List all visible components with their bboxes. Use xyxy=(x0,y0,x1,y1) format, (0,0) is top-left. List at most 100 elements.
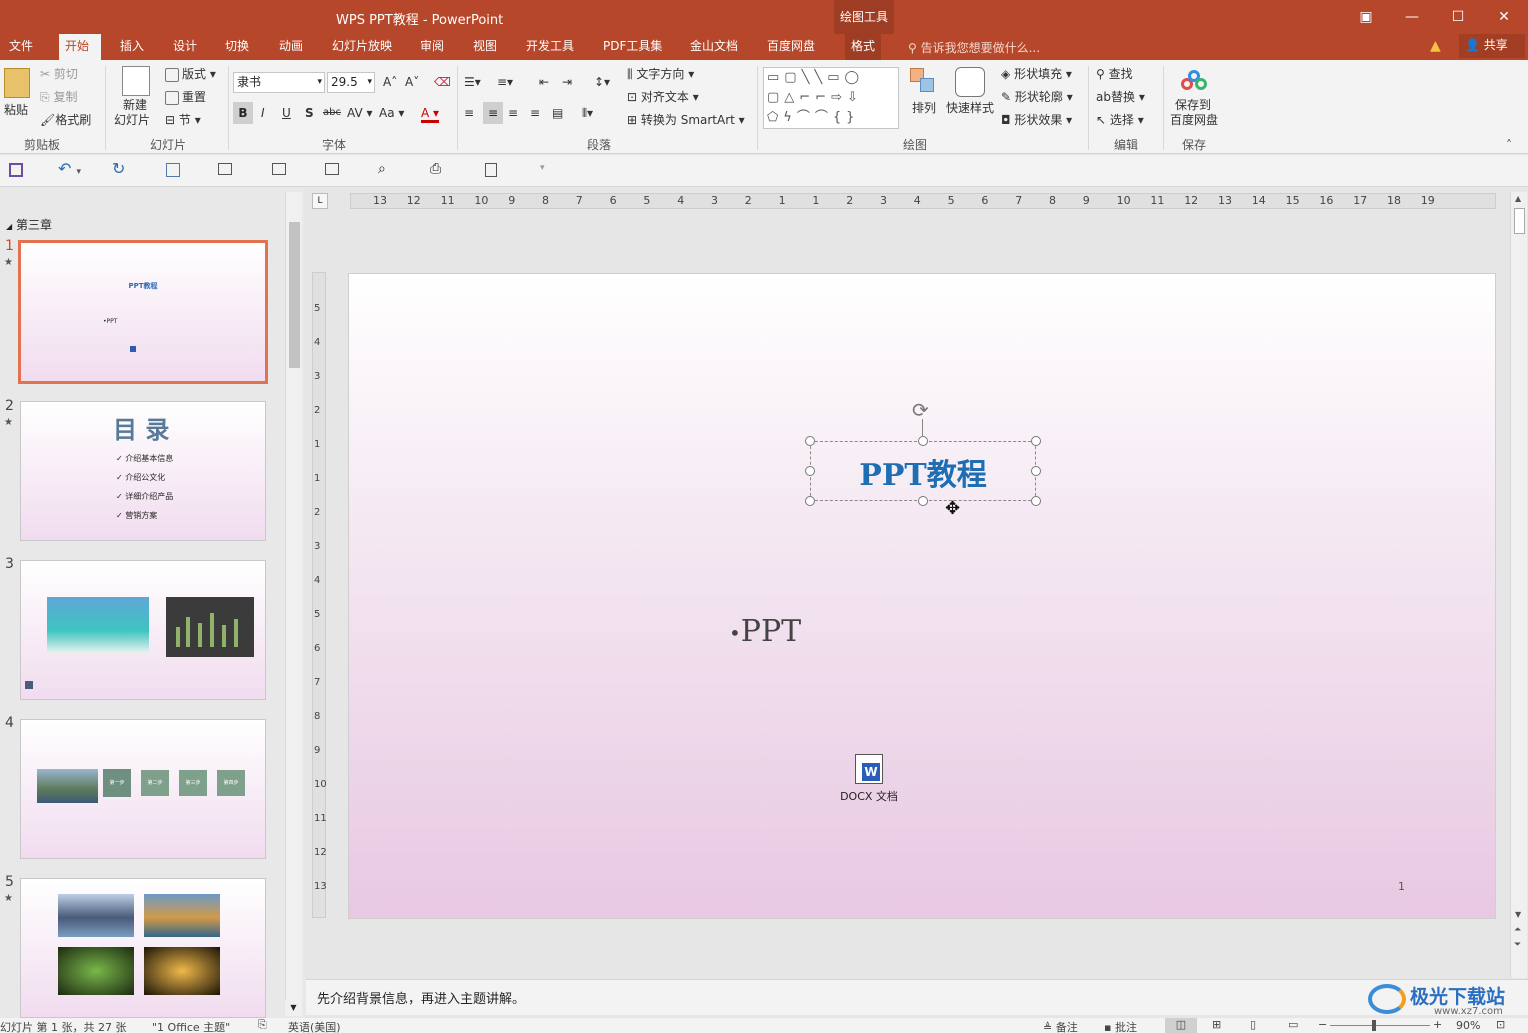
font-size-select[interactable]: 29.5 ▾ xyxy=(327,72,375,93)
ribbon-display-icon[interactable]: ▣ xyxy=(1343,0,1389,34)
tab-baidu-pan[interactable]: 百度网盘 xyxy=(761,34,821,60)
language-indicator[interactable]: 英语(美国) xyxy=(288,1019,341,1033)
tab-view[interactable]: 视图 xyxy=(467,34,503,60)
slide-title[interactable]: PPT教程 xyxy=(811,450,1035,494)
clear-format-icon[interactable]: ⌫ xyxy=(434,72,451,92)
scroll-thumb[interactable] xyxy=(289,222,300,368)
resize-handle-bl[interactable] xyxy=(805,496,815,506)
slide-thumbnail-5[interactable] xyxy=(20,878,266,1018)
slide-bullet-text[interactable]: •PPT xyxy=(729,614,801,649)
undo-icon[interactable]: ↶ ▾ xyxy=(58,159,81,178)
tab-file[interactable]: 文件 xyxy=(3,34,39,60)
print-icon[interactable]: ⎙ xyxy=(430,161,441,177)
strikethrough-button[interactable]: abc xyxy=(323,103,341,123)
thumbnails-scrollbar[interactable] xyxy=(285,192,302,1016)
quick-styles-button[interactable]: 快速样式 xyxy=(946,98,994,118)
tab-pdf-tools[interactable]: PDF工具集 xyxy=(597,34,668,60)
title-textbox[interactable]: PPT教程 xyxy=(810,441,1036,501)
thumbnails-scroll-down-icon[interactable]: ▼ xyxy=(285,1000,302,1016)
zoom-level[interactable]: 90% xyxy=(1456,1019,1480,1032)
tab-insert[interactable]: 插入 xyxy=(114,34,150,60)
resize-handle-br[interactable] xyxy=(1031,496,1041,506)
resize-handle-b[interactable] xyxy=(918,496,928,506)
numbering-icon[interactable]: ≡▾ xyxy=(497,72,513,92)
shapes-gallery[interactable]: ▭▢╲╲▭◯ ▢△⌐⌐⇨⇩ ⬠ϟ⌒⌒{} xyxy=(763,67,899,129)
tab-format[interactable]: 格式 xyxy=(845,34,882,60)
align-right-icon[interactable]: ≡ xyxy=(508,103,518,123)
shape-effects-button[interactable]: ◘ 形状效果 ▾ xyxy=(1001,110,1072,130)
change-case-button[interactable]: Aa ▾ xyxy=(379,103,404,123)
slide-thumbnail-4[interactable]: 第一步 第二步 第三步 第四步 xyxy=(20,719,266,859)
vertical-ruler[interactable]: 5 4 3 2 1 1 2 3 4 5 6 7 8 9 10 11 12 13 xyxy=(312,272,327,918)
share-button[interactable]: 👤 共享 xyxy=(1459,34,1525,58)
tab-review[interactable]: 审阅 xyxy=(414,34,450,60)
increase-indent-icon[interactable]: ⇥ xyxy=(562,72,572,92)
resize-handle-l[interactable] xyxy=(805,466,815,476)
align-left-icon[interactable]: ≡ xyxy=(464,103,474,123)
slide-icon[interactable] xyxy=(166,163,180,177)
zoom-out-icon[interactable]: − xyxy=(1318,1018,1327,1031)
tab-animations[interactable]: 动画 xyxy=(273,34,309,60)
decrease-indent-icon[interactable]: ⇤ xyxy=(539,72,549,92)
paste-button[interactable]: 粘贴 xyxy=(4,100,28,120)
tab-home[interactable]: 开始 xyxy=(59,34,101,60)
underline-button[interactable]: U xyxy=(282,103,291,123)
current-slide[interactable]: PPT教程 ⟳ ✥ •PPT W DOCX 文档 1 xyxy=(348,273,1496,919)
char-spacing-button[interactable]: AV ▾ xyxy=(347,103,373,123)
distributed-icon[interactable]: ▤ xyxy=(552,103,563,123)
shrink-font-icon[interactable]: A˅ xyxy=(405,72,419,92)
tab-slideshow[interactable]: 幻灯片放映 xyxy=(326,34,398,60)
notes-toggle-button[interactable]: ≜ 备注 xyxy=(1043,1019,1078,1033)
slide-thumbnail-2[interactable]: 目 录 ✓ 介绍基本信息 ✓ 介绍公文化 ✓ 详细介绍产品 ✓ 营销方案 xyxy=(20,401,266,541)
layout-button[interactable]: 版式 ▾ xyxy=(165,64,216,84)
notes-text[interactable]: 先介绍背景信息，再进入主题讲解。 xyxy=(317,988,525,1007)
reset-button[interactable]: 重置 xyxy=(165,87,206,107)
tab-kingsoft-docs[interactable]: 金山文档 xyxy=(684,34,744,60)
format-painter-button[interactable]: 🖌格式刷 xyxy=(40,110,91,130)
slide-thumbnail-3[interactable] xyxy=(20,560,266,700)
customize-qat-icon[interactable]: ▾ xyxy=(540,163,545,173)
resize-handle-tl[interactable] xyxy=(805,436,815,446)
section-button[interactable]: ⊟ 节 ▾ xyxy=(165,110,201,130)
scroll-down-icon[interactable]: ▼ xyxy=(1515,910,1521,919)
justify-icon[interactable]: ≡ xyxy=(530,103,540,123)
scroll-up-icon[interactable]: ▲ xyxy=(1515,194,1521,203)
bullets-icon[interactable]: ☰▾ xyxy=(464,72,481,92)
maximize-button[interactable]: ☐ xyxy=(1435,0,1481,34)
replace-button[interactable]: ab替换 ▾ xyxy=(1096,87,1145,107)
quick-styles-icon[interactable] xyxy=(955,67,985,97)
shape-fill-button[interactable]: ◈ 形状填充 ▾ xyxy=(1001,64,1072,84)
warning-icon[interactable]: ▲ xyxy=(1430,38,1441,54)
zoom-in-icon[interactable]: + xyxy=(1433,1018,1442,1031)
minimize-button[interactable]: — xyxy=(1389,0,1435,34)
slideshow-view-icon[interactable]: ▭ xyxy=(1288,1018,1298,1031)
columns-icon[interactable]: ⫴▾ xyxy=(582,103,593,123)
tab-design[interactable]: 设计 xyxy=(167,34,203,60)
previous-slide-icon[interactable]: ⏶ xyxy=(1514,925,1521,935)
new-slide-label-2[interactable]: 幻灯片 xyxy=(114,113,150,133)
grow-font-icon[interactable]: A˄ xyxy=(383,72,397,92)
text-shadow-button[interactable]: S xyxy=(305,103,314,123)
align-text-button[interactable]: ⊡ 对齐文本 ▾ xyxy=(627,87,699,107)
save-icon[interactable] xyxy=(9,163,23,177)
copy-button[interactable]: ⎘ 复制 xyxy=(40,87,77,107)
tab-developer[interactable]: 开发工具 xyxy=(520,34,580,60)
horizontal-ruler[interactable]: 13 12 11 10 9 8 7 6 5 4 3 2 1 1 2 3 4 5 6 7 8 9 10 11 12 13 14 15 16… xyxy=(350,193,1496,209)
bold-button[interactable]: B xyxy=(233,102,253,124)
reading-view-icon[interactable]: ▯ xyxy=(1250,1018,1256,1031)
normal-view-icon[interactable]: ◫ xyxy=(1165,1018,1197,1033)
save-to-label-2[interactable]: 百度网盘 xyxy=(1170,113,1218,133)
line-spacing-icon[interactable]: ↕▾ xyxy=(594,72,610,92)
resize-handle-r[interactable] xyxy=(1031,466,1041,476)
font-name-select[interactable]: 隶书 ▾ xyxy=(233,72,325,93)
slideshow-icon[interactable] xyxy=(325,163,339,175)
resize-handle-t[interactable] xyxy=(918,436,928,446)
word-document-icon[interactable]: W xyxy=(855,754,883,784)
close-button[interactable]: ✕ xyxy=(1481,0,1527,34)
new-slide-icon[interactable] xyxy=(122,66,150,96)
section-header[interactable]: ◢ 第三章 xyxy=(6,216,52,233)
font-color-button[interactable]: A ▾ xyxy=(421,103,440,123)
editor-scrollbar[interactable]: ▲ ▼ ⏶ ⏷ xyxy=(1510,192,1527,978)
italic-button[interactable]: I xyxy=(261,103,265,123)
tab-transitions[interactable]: 切换 xyxy=(219,34,255,60)
